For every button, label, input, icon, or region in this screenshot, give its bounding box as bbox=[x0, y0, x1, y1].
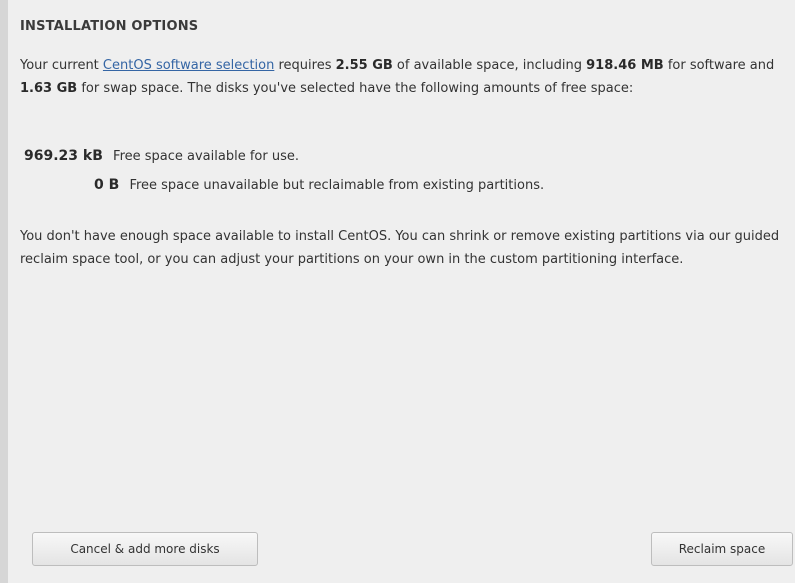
including-text: of available space, including bbox=[392, 58, 587, 73]
free-space-available-row: 969.23 kB Free space available for use. bbox=[24, 148, 299, 164]
software-selection-link[interactable]: CentOS software selection bbox=[103, 58, 274, 73]
free-space-reclaimable-value: 0 B bbox=[94, 177, 120, 193]
free-space-available-value: 969.23 kB bbox=[24, 148, 103, 164]
swap-size: 1.63 GB bbox=[20, 81, 78, 96]
space-requirements-text: Your current CentOS software selection r… bbox=[20, 54, 780, 100]
required-total-size: 2.55 GB bbox=[335, 58, 393, 73]
not-enough-space-text: You don't have enough space available to… bbox=[20, 229, 780, 267]
installation-options-dialog: INSTALLATION OPTIONS Your current CentOS… bbox=[0, 0, 795, 583]
software-size: 918.46 MB bbox=[586, 58, 664, 73]
intro-text: Your current bbox=[20, 58, 103, 73]
dialog-title: INSTALLATION OPTIONS bbox=[20, 19, 199, 34]
swap-text: for swap space. The disks you've selecte… bbox=[77, 81, 634, 96]
software-text: for software and bbox=[663, 58, 775, 73]
reclaim-space-button[interactable]: Reclaim space bbox=[651, 532, 793, 566]
cancel-add-disks-button[interactable]: Cancel & add more disks bbox=[32, 532, 258, 566]
free-space-available-label: Free space available for use. bbox=[113, 149, 299, 164]
requires-text: requires bbox=[274, 58, 336, 73]
free-space-reclaimable-label: Free space unavailable but reclaimable f… bbox=[129, 178, 545, 193]
free-space-reclaimable-row: 0 B Free space unavailable but reclaimab… bbox=[94, 177, 544, 193]
